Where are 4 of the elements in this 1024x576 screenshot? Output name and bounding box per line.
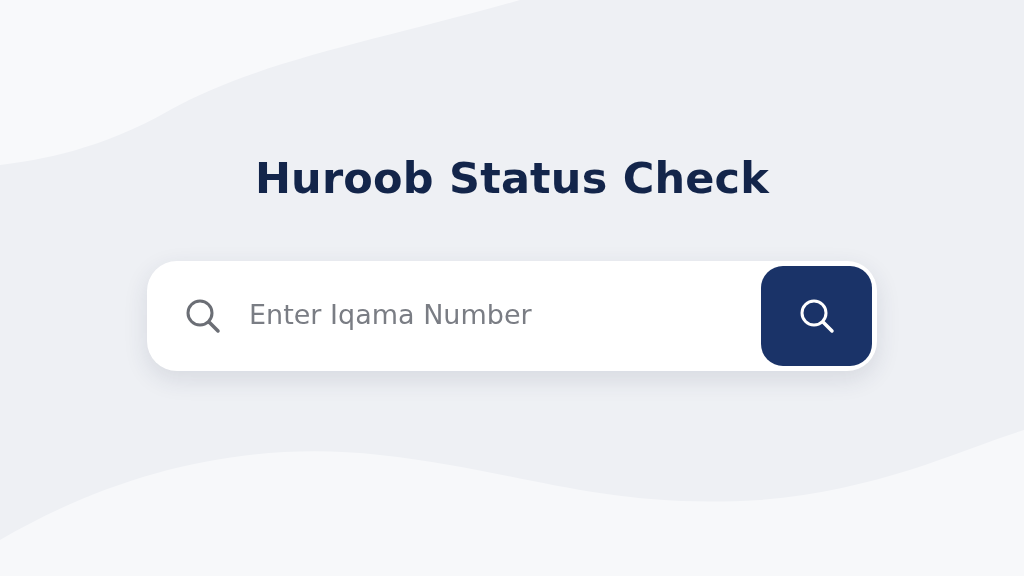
search-bar[interactable]: Enter Iqama Number [147, 260, 877, 371]
page-title: Huroob Status Check [253, 152, 771, 205]
search-button[interactable] [761, 265, 872, 366]
search-field[interactable]: Enter Iqama Number [247, 294, 761, 337]
